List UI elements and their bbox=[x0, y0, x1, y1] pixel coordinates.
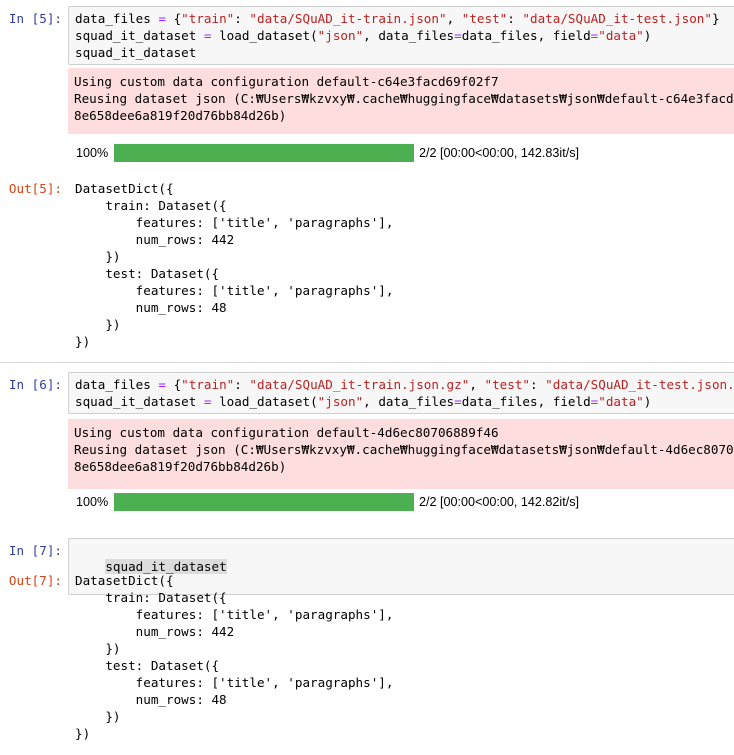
code-token: squad_it_dataset bbox=[75, 394, 204, 409]
code-token: load_dataset( bbox=[211, 394, 318, 409]
input-prompt: In [5]: bbox=[8, 11, 62, 26]
string-token: "data" bbox=[598, 28, 644, 43]
output-line: features: ['title', 'paragraphs'], bbox=[75, 607, 394, 622]
code-input[interactable]: data_files = {"train": "data/SQuAD_it-tr… bbox=[68, 372, 734, 414]
output-line: test: Dataset({ bbox=[75, 658, 220, 673]
code-token: data_files bbox=[75, 377, 159, 392]
string-token: "data/SQuAD_it-train.json.gz" bbox=[249, 377, 470, 392]
output-line: test: Dataset({ bbox=[75, 266, 220, 281]
string-token: "json" bbox=[317, 28, 364, 43]
input-prompt: In [7]: bbox=[8, 543, 62, 558]
progress-bar-fill bbox=[114, 493, 414, 511]
output-line: features: ['title', 'paragraphs'], bbox=[75, 215, 394, 230]
cell-output: DatasetDict({ train: Dataset({ features:… bbox=[75, 180, 393, 350]
string-token: "data/SQuAD_it-train.json" bbox=[249, 11, 447, 26]
output-line: train: Dataset({ bbox=[75, 590, 227, 605]
operator-token: = bbox=[203, 28, 212, 43]
operator-token: = bbox=[158, 11, 166, 26]
code-input[interactable]: data_files = {"train": "data/SQuAD_it-tr… bbox=[68, 6, 734, 65]
code-line: squad_it_dataset = load_dataset("json", … bbox=[75, 27, 729, 44]
code-token: data_files, field bbox=[461, 394, 591, 409]
code-token: squad_it_dataset bbox=[75, 28, 204, 43]
stderr-line: Using custom data configuration default-… bbox=[74, 74, 499, 89]
code-token: load_dataset( bbox=[211, 28, 318, 43]
stderr-line: Using custom data configuration default-… bbox=[74, 425, 499, 440]
code-token: : bbox=[529, 377, 546, 392]
output-line: }) bbox=[75, 641, 121, 656]
code-token: : bbox=[507, 11, 523, 26]
progress-widget: 100% 2/2 [00:00<00:00, 142.82it/s] bbox=[68, 493, 628, 513]
output-line: num_rows: 442 bbox=[75, 232, 235, 247]
operator-token: = bbox=[203, 394, 212, 409]
code-token: squad_it_dataset bbox=[75, 45, 197, 60]
code-token: , data_files bbox=[363, 394, 455, 409]
code-token: { bbox=[166, 11, 182, 26]
output-line: num_rows: 48 bbox=[75, 300, 227, 315]
output-line: features: ['title', 'paragraphs'], bbox=[75, 283, 394, 298]
code-token: ) bbox=[643, 394, 652, 409]
output-line: features: ['title', 'paragraphs'], bbox=[75, 675, 394, 690]
stderr-line: Reusing dataset json (C:₩Users₩kzvxy₩.ca… bbox=[74, 442, 734, 457]
output-line: }) bbox=[75, 726, 91, 741]
progress-stats: 2/2 [00:00<00:00, 142.82it/s] bbox=[419, 495, 579, 509]
code-token: { bbox=[166, 377, 182, 392]
input-prompt: In [6]: bbox=[8, 377, 62, 392]
code-token: : bbox=[234, 11, 250, 26]
notebook-cell-6[interactable]: In [6]: data_files = {"train": "data/SQu… bbox=[0, 362, 734, 520]
string-token: "test" bbox=[461, 11, 508, 26]
stderr-line: 8e658dee6a819f20d76bb84d26b) bbox=[74, 108, 287, 123]
string-token: "data" bbox=[598, 394, 644, 409]
output-line: train: Dataset({ bbox=[75, 198, 227, 213]
output-prompt: Out[5]: bbox=[8, 181, 62, 196]
code-line: data_files = {"train": "data/SQuAD_it-tr… bbox=[75, 376, 734, 393]
stderr-line: 8e658dee6a819f20d76bb84d26b) bbox=[74, 459, 287, 474]
output-line: num_rows: 48 bbox=[75, 692, 227, 707]
code-token: : bbox=[234, 377, 250, 392]
output-line: }) bbox=[75, 317, 121, 332]
cell-output: DatasetDict({ train: Dataset({ features:… bbox=[75, 572, 393, 742]
code-line: data_files = {"train": "data/SQuAD_it-tr… bbox=[75, 10, 729, 27]
stderr-output: Using custom data configuration default-… bbox=[68, 68, 734, 134]
operator-token: = bbox=[454, 28, 462, 43]
code-token: , data_files bbox=[363, 28, 455, 43]
operator-token: = bbox=[454, 394, 462, 409]
code-token: } bbox=[711, 11, 720, 26]
string-token: "json" bbox=[317, 394, 364, 409]
progress-bar bbox=[114, 493, 414, 511]
code-token: , bbox=[469, 377, 485, 392]
string-token: "data/SQuAD_it-test.json" bbox=[522, 11, 712, 26]
output-line: DatasetDict({ bbox=[75, 181, 174, 196]
stderr-line: Reusing dataset json (C:₩Users₩kzvxy₩.ca… bbox=[74, 91, 734, 106]
code-token: data_files bbox=[75, 11, 159, 26]
string-token: "train" bbox=[181, 377, 235, 392]
stderr-output: Using custom data configuration default-… bbox=[68, 419, 734, 489]
notebook-cell-7[interactable]: In [7]: squad_it_dataset Out[7]: Dataset… bbox=[0, 534, 734, 755]
output-line: }) bbox=[75, 334, 91, 349]
code-token: data_files, field bbox=[461, 28, 591, 43]
string-token: "data/SQuAD_it-test.json.gz" bbox=[545, 377, 734, 392]
string-token: "train" bbox=[181, 11, 235, 26]
progress-percent: 100% bbox=[76, 495, 109, 509]
output-line: DatasetDict({ bbox=[75, 573, 174, 588]
progress-widget: 100% 2/2 [00:00<00:00, 142.83it/s] bbox=[68, 144, 628, 164]
output-prompt: Out[7]: bbox=[8, 573, 62, 588]
code-line: squad_it_dataset bbox=[75, 44, 729, 61]
notebook-cell-5[interactable]: In [5]: data_files = {"train": "data/SQu… bbox=[0, 0, 734, 358]
code-token: ) bbox=[643, 28, 652, 43]
output-line: }) bbox=[75, 709, 121, 724]
progress-percent: 100% bbox=[76, 146, 109, 160]
progress-bar bbox=[114, 144, 414, 162]
output-line: num_rows: 442 bbox=[75, 624, 235, 639]
progress-stats: 2/2 [00:00<00:00, 142.83it/s] bbox=[419, 146, 579, 160]
string-token: "test" bbox=[484, 377, 530, 392]
progress-bar-fill bbox=[114, 144, 414, 162]
operator-token: = bbox=[158, 377, 166, 392]
code-token: , bbox=[446, 11, 462, 26]
code-line: squad_it_dataset = load_dataset("json", … bbox=[75, 393, 729, 410]
output-line: }) bbox=[75, 249, 121, 264]
